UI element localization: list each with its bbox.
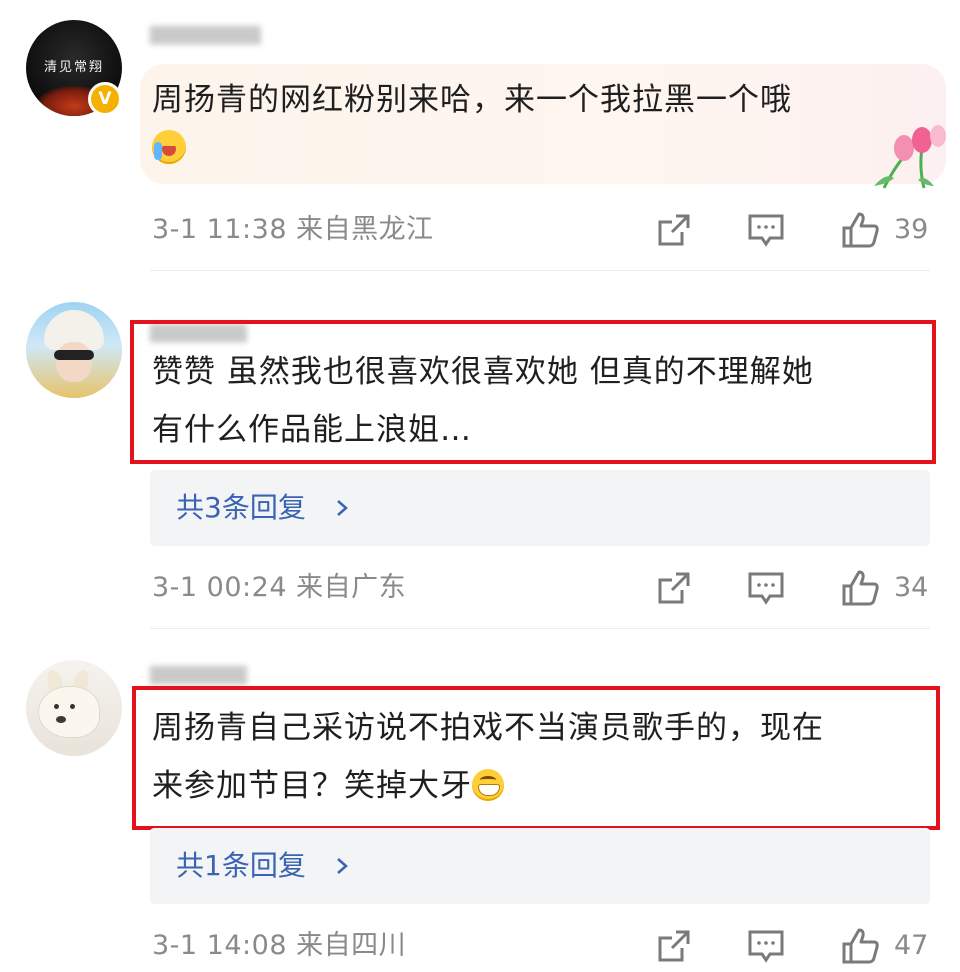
like-count: 34 [894, 572, 929, 603]
comment-icon[interactable] [746, 926, 786, 966]
comment-text: 周扬青的网红粉别来哈，来一个我拉黑一个哦 [152, 82, 792, 118]
divider [150, 270, 930, 271]
replies-panel: 共1条回复 [150, 828, 930, 904]
crying-laughing-emoji [152, 130, 186, 164]
view-replies-link[interactable]: 共1条回复 [176, 846, 306, 886]
chevron-right-icon[interactable] [332, 856, 352, 876]
view-replies-link[interactable]: 共3条回复 [176, 488, 306, 528]
share-icon[interactable] [654, 568, 694, 608]
thumbs-up-icon[interactable] [840, 210, 880, 250]
avatar-calligraphy: 清见常翔 [43, 60, 104, 75]
grinning-emoji [472, 769, 504, 801]
chevron-right-icon[interactable] [332, 498, 352, 518]
comment-text-line2: 有什么作品能上浪姐… [152, 412, 472, 448]
comment-meta: 3-1 00:24 来自广东 [152, 572, 407, 603]
like-count: 47 [894, 930, 929, 961]
comment-meta: 3-1 11:38 来自黑龙江 [152, 214, 434, 245]
thumbs-up-icon[interactable] [840, 568, 880, 608]
thumbs-up-icon[interactable] [840, 926, 880, 966]
comment-meta: 3-1 14:08 来自四川 [152, 930, 407, 961]
username-blurred[interactable]: ▇▇▇▇▇▇▇ [150, 664, 340, 688]
comment-text-line1: 赞赞 虽然我也很喜欢很喜欢她 但真的不理解她 [152, 354, 814, 390]
share-icon[interactable] [654, 210, 694, 250]
avatar[interactable] [26, 660, 122, 756]
divider [150, 628, 930, 629]
like-count: 39 [894, 214, 929, 245]
verified-badge-icon: V [88, 82, 122, 116]
replies-panel: 共3条回复 [150, 470, 930, 546]
avatar[interactable] [26, 302, 122, 398]
comment-icon[interactable] [746, 210, 786, 250]
tulip-flower-icon [864, 118, 948, 190]
comment-text-line2: 来参加节目？笑掉大牙 [152, 756, 504, 816]
username-blurred[interactable]: ▇▇▇▇▇▇▇▇ [150, 24, 360, 48]
comment-icon[interactable] [746, 568, 786, 608]
comment-text-line1: 周扬青自己采访说不拍戏不当演员歌手的，现在 [152, 710, 824, 746]
share-icon[interactable] [654, 926, 694, 966]
